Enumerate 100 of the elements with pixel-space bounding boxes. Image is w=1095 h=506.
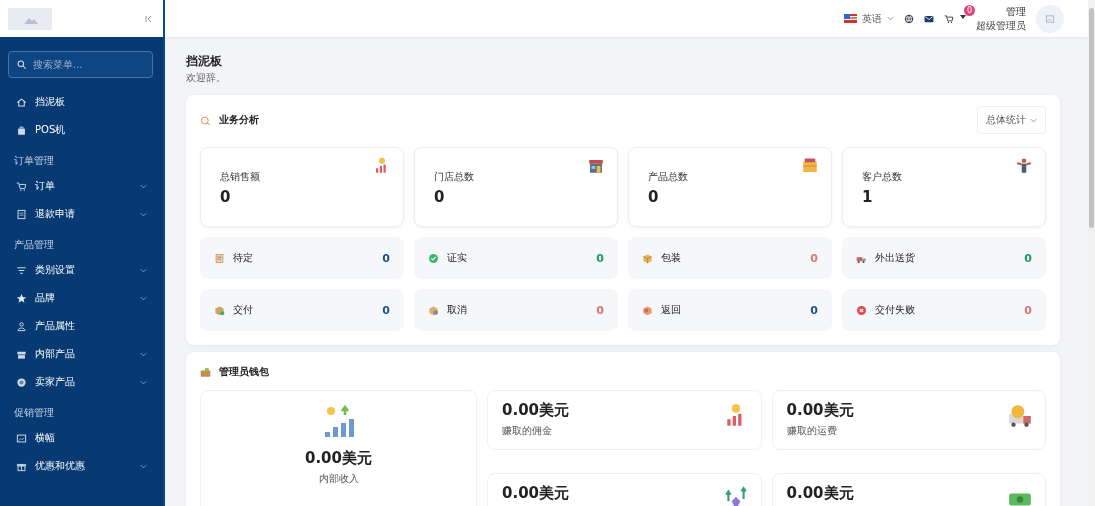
wallet-label: 赚取的运费 <box>786 424 838 438</box>
wallet-label: 内部收入 <box>318 472 359 486</box>
caret-icon <box>960 13 966 20</box>
receipt-icon <box>16 208 27 220</box>
wallet-amount: 0.00美元 <box>786 484 854 503</box>
status-count: 0 <box>382 303 390 317</box>
image-icon <box>16 432 27 444</box>
filter-icon <box>16 264 27 276</box>
logo-icon <box>8 7 52 30</box>
status-count: 0 <box>1024 303 1032 317</box>
stat-value: 0 <box>648 188 660 206</box>
shop-icon <box>587 157 605 175</box>
wallet-label: 赚取的佣金 <box>502 424 553 438</box>
menu-item[interactable]: 卖家产品 <box>0 368 163 396</box>
wallet-amount: 0.00美元 <box>502 401 569 420</box>
person-icon <box>1015 157 1033 175</box>
status-label: 证实 <box>447 251 468 265</box>
status-tile[interactable]: 交付 0 <box>200 289 404 331</box>
status-count: 0 <box>810 251 818 265</box>
check-icon <box>428 252 439 264</box>
status-tile[interactable]: 外出送货 0 <box>842 237 1046 279</box>
cross-icon <box>856 304 867 316</box>
chevron-down-icon <box>140 378 147 386</box>
status-label: 交付 <box>233 303 254 317</box>
box-icon <box>801 157 819 175</box>
menu-item[interactable]: 品牌 <box>0 284 163 312</box>
stat-value: 0 <box>434 188 446 206</box>
cart-count-badge: 0 <box>964 4 975 16</box>
menu-item[interactable]: 挡泥板 <box>0 88 163 116</box>
wallet-amount: 0.00美元 <box>305 449 372 468</box>
page-subtitle: 欢迎辞。 <box>186 71 227 85</box>
stat-value: 0 <box>220 188 232 206</box>
chevron-down-icon <box>140 266 147 274</box>
wallet-amount: 0.00美元 <box>502 484 569 503</box>
status-count: 0 <box>596 303 604 317</box>
user-role: 超级管理员 <box>976 18 1026 33</box>
menu-item[interactable]: 退款申请 <box>0 200 163 228</box>
image-icon <box>1045 13 1055 24</box>
chevron-down-icon <box>140 462 147 470</box>
menu-item[interactable]: 优惠和优惠 <box>0 452 163 480</box>
home-icon <box>16 96 27 108</box>
flag-icon <box>844 14 857 23</box>
status-tile[interactable]: 包装 0 <box>628 237 832 279</box>
status-tile[interactable]: 取消 0 <box>414 289 618 331</box>
stat-label: 总销售额 <box>220 170 260 184</box>
status-label: 返回 <box>661 303 682 317</box>
mail-icon <box>924 13 934 24</box>
status-tile[interactable]: 交付失败 0 <box>842 289 1046 331</box>
section-title: 业务分析 <box>219 113 260 127</box>
status-count: 0 <box>1024 251 1032 265</box>
menu-item[interactable]: 横幅 <box>0 424 163 452</box>
cart-icon <box>16 180 27 192</box>
menu-item[interactable]: 类别设置 <box>0 256 163 284</box>
chevron-down-icon <box>140 294 147 302</box>
globe-icon <box>904 13 914 24</box>
stat-label: 客户总数 <box>862 170 902 184</box>
cart-icon <box>944 13 954 24</box>
status-count: 0 <box>596 251 604 265</box>
wallet-amount: 0.00美元 <box>786 401 854 420</box>
menu-item[interactable]: 订单 <box>0 172 163 200</box>
status-label: 外出送货 <box>875 251 916 265</box>
analytics-icon <box>200 114 211 126</box>
status-tile[interactable]: 返回 0 <box>628 289 832 331</box>
menu-item[interactable]: 产品属性 <box>0 312 163 340</box>
status-label: 待定 <box>233 251 254 265</box>
menu-item[interactable]: POS机 <box>0 116 163 144</box>
page-title: 挡泥板 <box>186 53 223 70</box>
package-icon <box>214 304 225 316</box>
status-label: 取消 <box>447 303 468 317</box>
chevron-down-icon <box>140 210 147 218</box>
search-field[interactable]: 搜索菜单... <box>8 51 153 78</box>
status-label: 包装 <box>661 251 682 265</box>
stat-value: 1 <box>862 188 874 206</box>
status-count: 0 <box>810 303 818 317</box>
stats-filter-dropdown[interactable]: 总体统计 <box>977 106 1046 134</box>
avatar[interactable] <box>1036 4 1064 33</box>
wallet-icon <box>200 366 211 378</box>
status-tile[interactable]: 待定 0 <box>200 237 404 279</box>
chevron-down-icon <box>140 182 147 190</box>
chevron-down-icon <box>140 350 147 358</box>
truck-coin-icon <box>1007 403 1033 429</box>
stat-label: 门店总数 <box>434 170 474 184</box>
menu-item[interactable]: 内部产品 <box>0 340 163 368</box>
status-tile[interactable]: 证实 0 <box>414 237 618 279</box>
menu-section-label: 促销管理 <box>13 406 55 420</box>
menu-section-label: 订单管理 <box>13 154 55 168</box>
user-icon <box>16 320 27 332</box>
chevron-down-icon <box>1030 116 1037 124</box>
stat-label: 产品总数 <box>648 170 688 184</box>
section-title: 管理员钱包 <box>219 365 270 379</box>
chevron-down-icon <box>887 15 894 22</box>
package-icon <box>428 304 439 316</box>
star-icon <box>16 292 27 304</box>
box-icon <box>642 252 653 264</box>
scrollbar-thumb[interactable] <box>1089 8 1094 228</box>
language-selector[interactable]: 英语 <box>844 11 894 26</box>
status-count: 0 <box>382 251 390 265</box>
menu-section-label: 产品管理 <box>13 238 55 252</box>
collapse-icon <box>143 13 153 24</box>
user-name: 管理 <box>1006 4 1026 19</box>
